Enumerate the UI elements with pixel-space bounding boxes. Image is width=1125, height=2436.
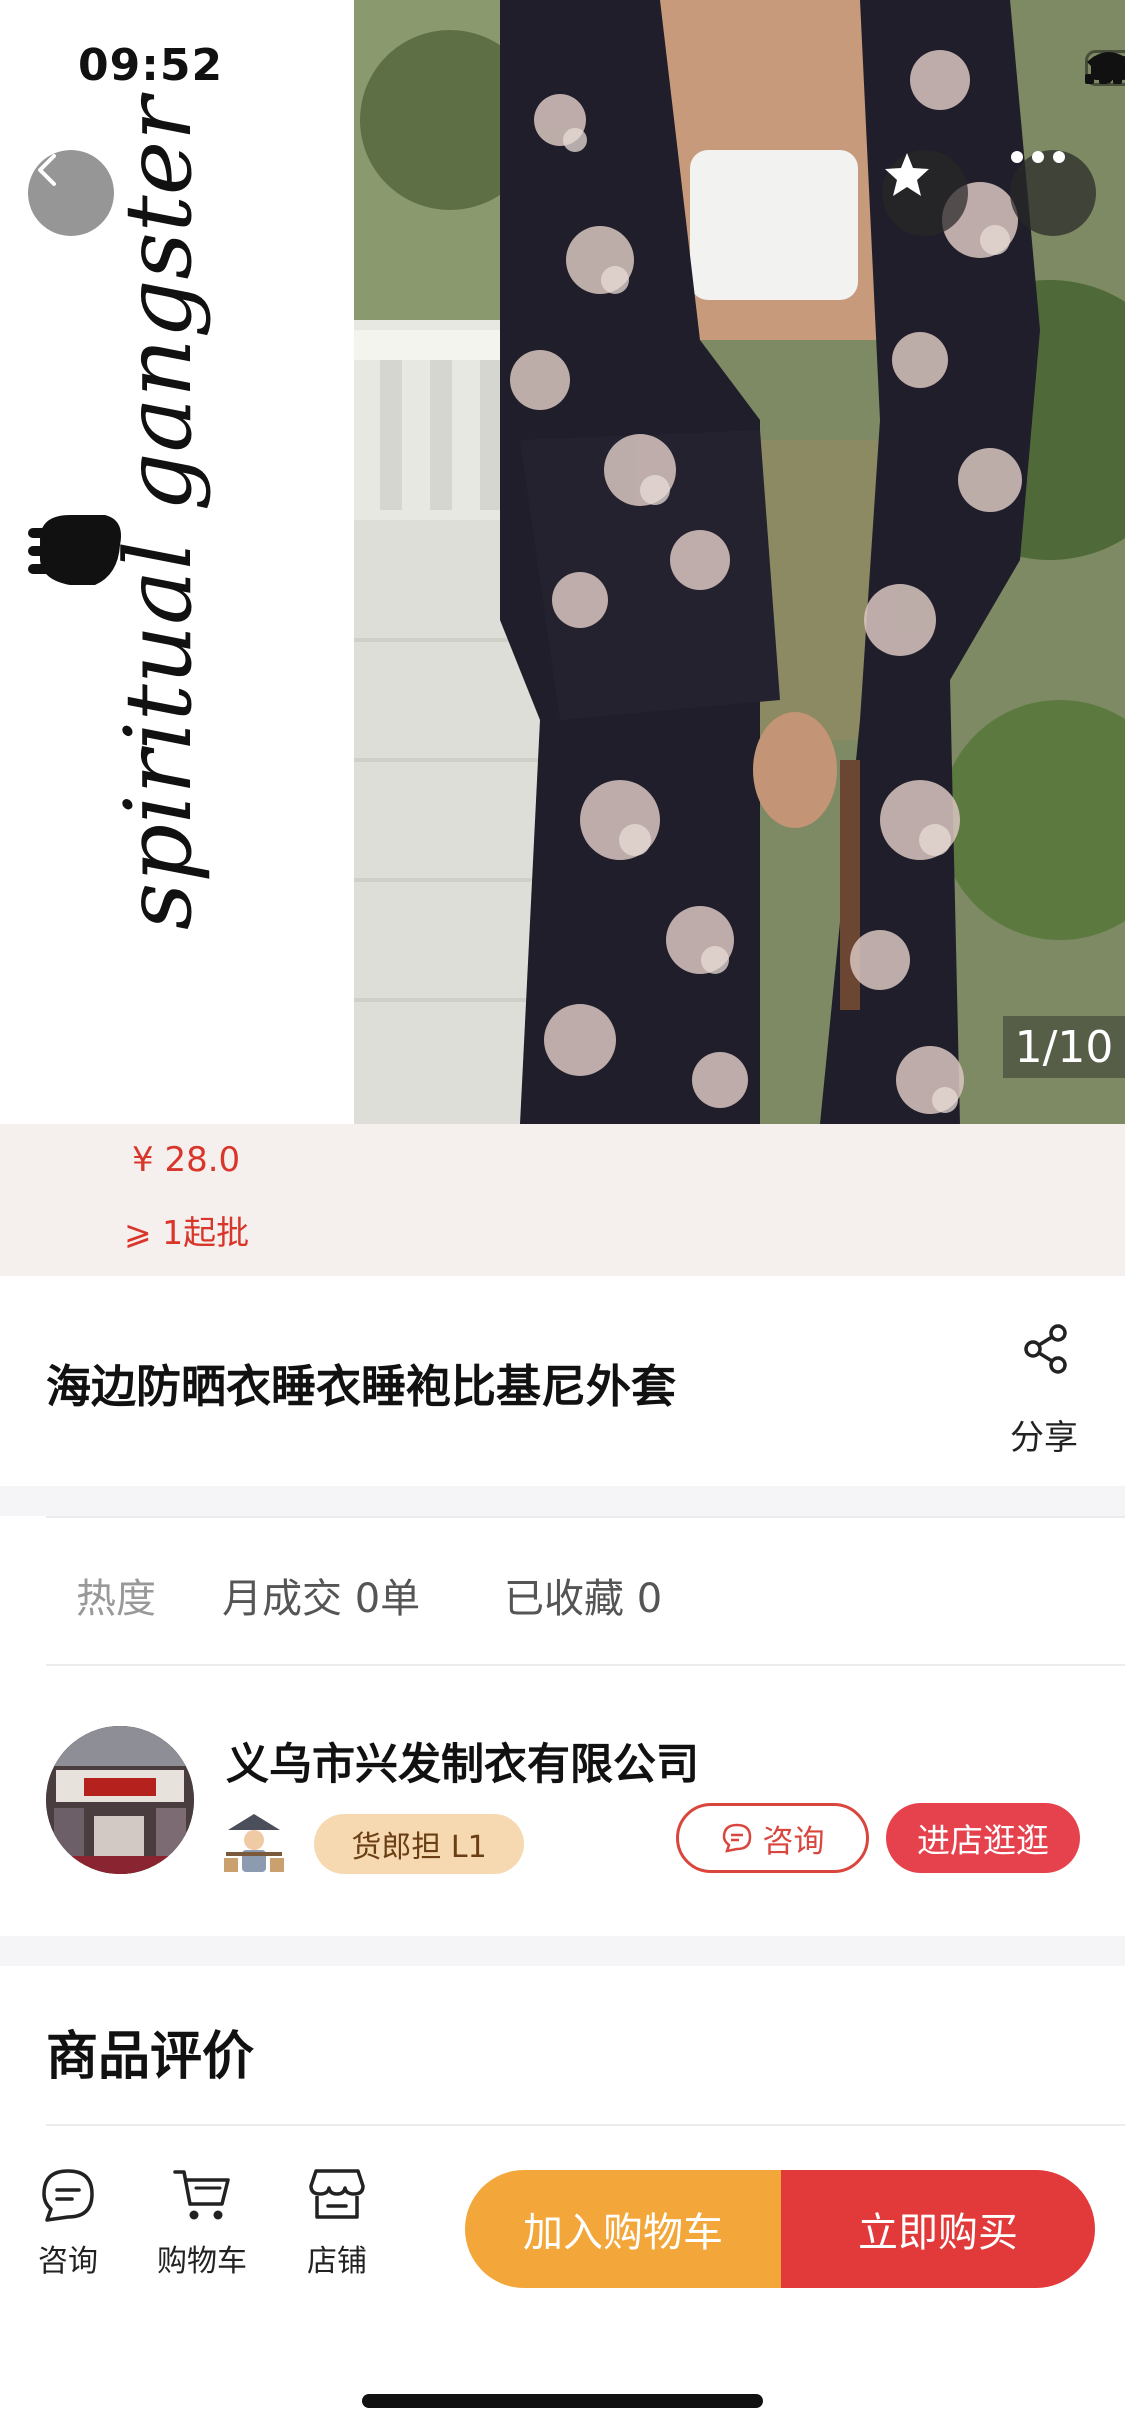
tab-consult[interactable]: 咨询 [13,2166,123,2280]
favorites-count: 已收藏 0 [504,1576,663,1622]
heat-label: 热度 [76,1576,156,1622]
visit-shop-button[interactable]: 进店逛逛 [886,1803,1080,1873]
shop-avatar-photo [46,1726,194,1874]
shop-avatar[interactable] [46,1726,194,1874]
section-divider [0,1936,1125,1966]
battery-icon [1085,50,1125,86]
home-indicator[interactable] [362,2394,763,2408]
shop-name[interactable]: 义乌市兴发制衣有限公司 [226,1730,699,1792]
back-button[interactable] [28,150,114,236]
price: ¥ 28.0 [132,1140,241,1180]
tab-cart[interactable]: 购物车 [147,2166,257,2280]
star-icon [885,153,929,196]
more-dots-icon [1011,151,1065,163]
shop-consult-button[interactable]: 咨询 [676,1803,869,1873]
section-divider [0,1486,1125,1516]
share-button[interactable] [1006,1324,1088,1378]
shop-consult-label: 咨询 [762,1823,825,1860]
image-counter: 1/10 [1003,1016,1125,1078]
add-to-cart-button[interactable]: 加入购物车 [465,2170,781,2288]
cart-icon [173,2170,230,2220]
share-icon [1024,1324,1067,1374]
more-button[interactable] [1010,150,1096,236]
monthly-deals: 月成交 0单 [222,1576,421,1622]
status-time: 09:52 [78,40,224,91]
favorite-button[interactable] [882,150,968,236]
tab-consult-label: 咨询 [38,2244,98,2279]
chevron-left-icon [38,154,56,186]
buy-now-button[interactable]: 立即购买 [781,2170,1095,2288]
shop-level-badge: 货郎担 L1 [314,1814,524,1874]
chat-icon [42,2169,94,2222]
tab-shop[interactable]: 店铺 [282,2166,392,2280]
tab-shop-label: 店铺 [307,2244,367,2279]
store-icon [309,2169,365,2219]
status-bar: 09:52 [0,0,1125,132]
share-label[interactable]: 分享 [1010,1410,1078,1459]
reviews-title: 商品评价 [46,2027,255,2087]
product-title: 海边防晒衣睡衣睡袍比基尼外套 [46,1360,677,1413]
min-order-text: ⩾ 1起批 [124,1213,250,1252]
svg-text:spiritual gangster: spiritual gangster [105,92,212,930]
chat-icon [722,1823,751,1853]
product-image-gallery[interactable]: spiritual gangster 09:52 1/10 [0,0,1125,1124]
tab-cart-label: 购物车 [157,2244,247,2279]
brand-script-logo: spiritual gangster [105,92,212,930]
peddler-badge-icon [224,1814,284,1872]
